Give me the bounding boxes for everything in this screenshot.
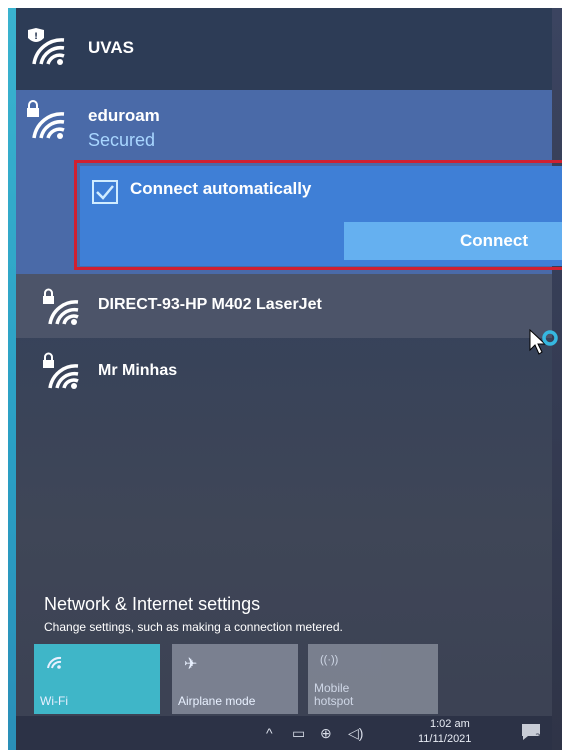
network-settings-description: Change settings, such as making a connec… bbox=[44, 620, 343, 634]
highlight-box bbox=[74, 160, 562, 270]
network-name: Mr Minhas bbox=[98, 362, 178, 379]
show-hidden-icons-icon[interactable]: ^ bbox=[266, 725, 273, 741]
network-name: UVAS bbox=[88, 38, 134, 57]
svg-text:3: 3 bbox=[535, 733, 541, 742]
clock-time[interactable]: 1:02 am bbox=[430, 718, 470, 730]
network-flyout: ! UVAS eduroam Secured Connect automatic… bbox=[8, 8, 562, 750]
wifi-secured-icon: ! bbox=[28, 28, 65, 65]
battery-icon[interactable]: ▭ bbox=[292, 725, 305, 742]
wifi-locked-icon bbox=[27, 100, 65, 139]
tile-label: Airplane mode bbox=[178, 694, 256, 708]
airplane-mode-tile[interactable]: ✈ Airplane mode bbox=[172, 644, 298, 714]
network-status: Secured bbox=[88, 130, 156, 150]
wifi-toggle-tile[interactable]: Wi-Fi bbox=[34, 644, 160, 714]
taskbar: ^ ▭ ⊕ ◁) 1:02 am 11/11/2021 3 bbox=[16, 716, 552, 750]
notification-center-icon[interactable]: 3 bbox=[520, 722, 542, 742]
svg-text:!: ! bbox=[34, 32, 38, 42]
right-edge bbox=[552, 8, 562, 750]
wifi-locked-icon bbox=[43, 288, 79, 325]
network-item-direct-hp[interactable]: DIRECT-93-HP M402 LaserJet bbox=[16, 274, 552, 338]
network-name: eduroam bbox=[88, 106, 160, 125]
tile-label-line: Mobile bbox=[314, 681, 350, 695]
network-settings-link[interactable]: Network & Internet settings bbox=[44, 594, 260, 615]
wifi-icon bbox=[47, 656, 62, 669]
network-globe-icon[interactable]: ⊕ bbox=[320, 725, 332, 742]
network-item-uvas[interactable]: ! UVAS bbox=[16, 8, 552, 90]
network-item-mr-minhas[interactable]: Mr Minhas bbox=[16, 338, 552, 588]
volume-icon[interactable]: ◁) bbox=[348, 725, 363, 742]
left-edge bbox=[8, 8, 16, 750]
tile-label: Mobile hotspot bbox=[314, 682, 353, 708]
mobile-hotspot-tile[interactable]: ((·)) Mobile hotspot bbox=[308, 644, 438, 714]
wifi-locked-icon bbox=[43, 352, 79, 389]
network-item-eduroam[interactable]: eduroam Secured Connect automatically Co… bbox=[16, 90, 562, 274]
airplane-icon: ✈ bbox=[184, 656, 198, 673]
network-name: DIRECT-93-HP M402 LaserJet bbox=[98, 296, 322, 313]
tile-label-line: hotspot bbox=[314, 694, 354, 708]
hotspot-icon: ((·)) bbox=[320, 654, 339, 666]
tile-label: Wi-Fi bbox=[40, 694, 68, 708]
clock-date[interactable]: 11/11/2021 bbox=[418, 733, 471, 745]
